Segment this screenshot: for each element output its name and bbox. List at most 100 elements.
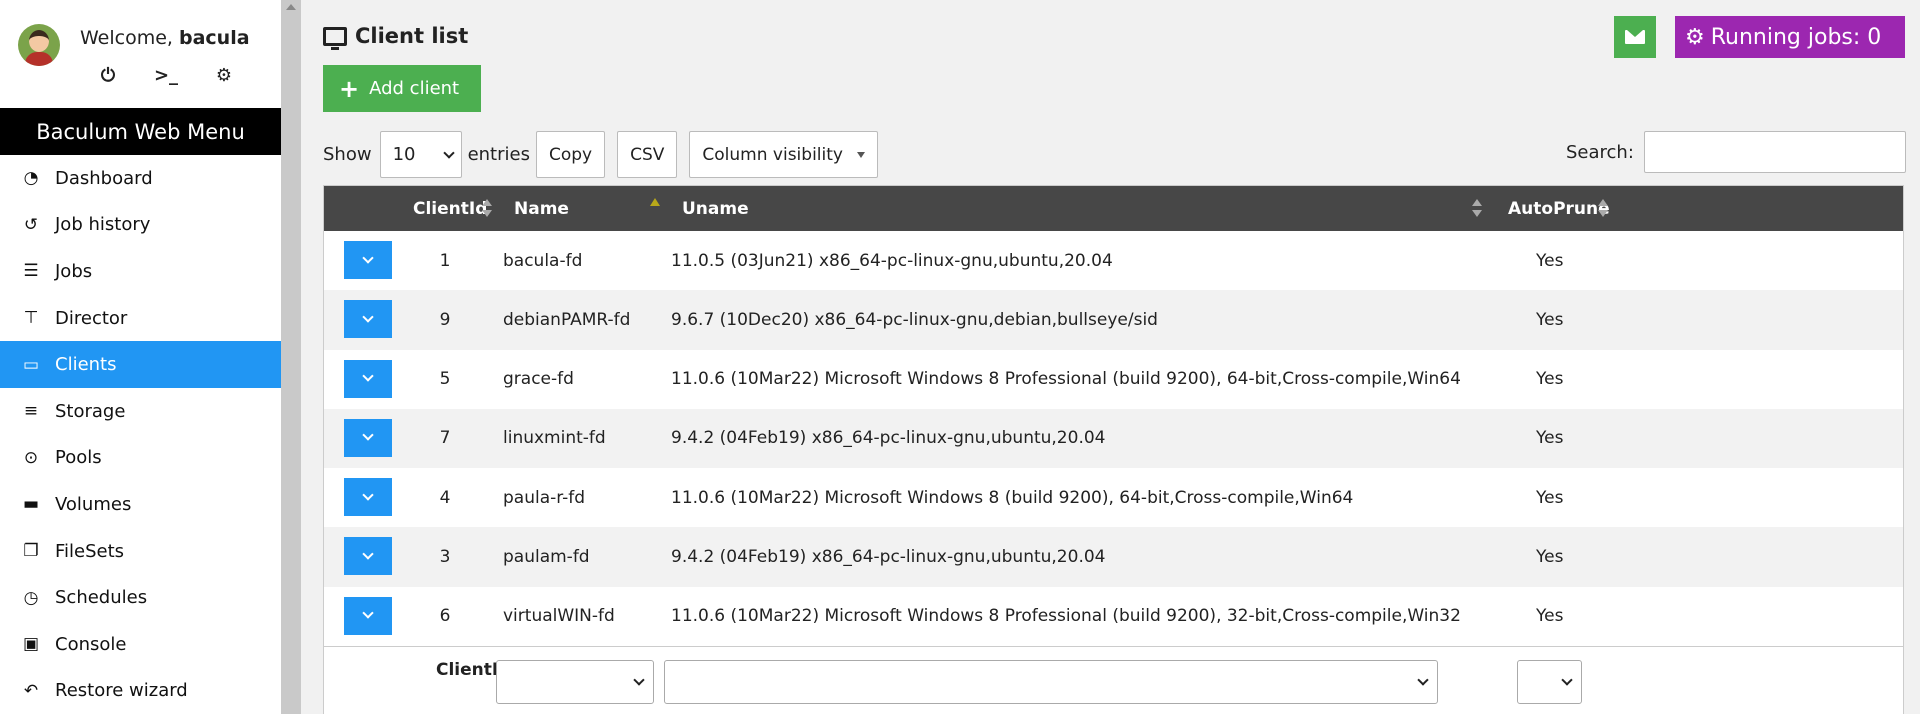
desktop-icon <box>323 26 347 50</box>
history-icon: ↺ <box>23 214 39 235</box>
name-filter-select[interactable] <box>496 660 654 705</box>
cell-uname: 11.0.6 (10Mar22) Microsoft Windows 8 Pro… <box>671 606 1461 627</box>
column-header-uname[interactable]: Uname <box>682 186 749 231</box>
chevron-down-icon <box>362 251 374 264</box>
table-row: 3 paulam-fd 9.4.2 (04Feb19) x86_64-pc-linu… <box>324 527 1903 587</box>
expand-row-button[interactable] <box>344 478 392 517</box>
cell-autoprune: Yes <box>1536 309 1564 330</box>
sidebar-item-label: Storage <box>55 400 126 422</box>
terminal-icon[interactable]: >_ <box>154 64 178 86</box>
sidebar-item-jobs[interactable]: ☰ Jobs <box>0 248 281 295</box>
laptop-code-icon: ▣ <box>22 634 40 655</box>
sitemap-icon: ⊤ <box>23 308 39 329</box>
gear-icon[interactable]: ⚙ <box>212 64 236 86</box>
sidebar-item-storage[interactable]: ≡ Storage <box>0 388 281 435</box>
expand-row-button[interactable] <box>344 418 392 457</box>
sidebar-item-label: Director <box>55 307 128 329</box>
expand-row-button[interactable] <box>344 241 392 279</box>
cell-autoprune: Yes <box>1536 250 1564 271</box>
table-row: 9 debianPAMR-fd 9.6.7 (10Dec20) x86_64-pc-… <box>324 290 1903 350</box>
chevron-down-icon <box>362 311 374 323</box>
show-label: Show <box>323 144 372 165</box>
uname-filter-select[interactable] <box>664 660 1438 705</box>
sidebar-item-pools[interactable]: ⊙ Pools <box>0 435 281 482</box>
add-client-label: Add client <box>369 78 460 99</box>
table-footer-filters: ClientId <box>324 646 1903 714</box>
add-client-button[interactable]: + Add client <box>323 65 481 112</box>
csv-button[interactable]: CSV <box>617 131 678 178</box>
sidebar-item-clients[interactable]: ▭ Clients <box>0 341 281 388</box>
expand-row-button[interactable] <box>344 300 392 339</box>
search-input[interactable] <box>1643 131 1906 173</box>
cell-clientid: 6 <box>439 606 451 627</box>
database-icon: ≡ <box>23 401 39 422</box>
table-row: 4 paula-r-fd 11.0.6 (10Mar22) Microsoft Wi… <box>324 468 1903 528</box>
column-header-autoprune[interactable]: AutoPrune <box>1508 186 1610 231</box>
autoprune-filter-select[interactable] <box>1517 660 1582 705</box>
sidebar-item-label: Volumes <box>55 493 132 515</box>
undo-icon: ↶ <box>23 680 39 701</box>
table-row: 7 linuxmint-fd 9.4.2 (04Feb19) x86_64-pc-l… <box>324 408 1903 469</box>
entries-label: entries <box>467 144 530 165</box>
sidebar-item-label: Dashboard <box>55 167 153 189</box>
entries-value: 10 <box>392 144 416 165</box>
sidebar-item-filesets[interactable]: ❐ FileSets <box>0 528 281 575</box>
sidebar-item-job-history[interactable]: ↺ Job history <box>0 202 281 249</box>
table-row: 6 virtualWIN-fd 11.0.6 (10Mar22) Microsoft… <box>324 586 1903 647</box>
table-body: 1 bacula-fd 11.0.5 (03Jun21) x86_64-pc-lin… <box>324 231 1903 647</box>
sidebar-item-schedules[interactable]: ◷ Schedules <box>0 574 281 621</box>
chevron-down-icon <box>1417 674 1429 686</box>
caret-down-icon <box>856 151 865 158</box>
cell-uname: 9.4.2 (04Feb19) x86_64-pc-linux-gnu,ubun… <box>671 428 1106 449</box>
search-label: Search: <box>1566 141 1634 163</box>
sidebar-item-director[interactable]: ⊤ Director <box>0 295 281 342</box>
entries-select[interactable]: 10 <box>379 131 462 178</box>
sidebar-item-dashboard[interactable]: ◔ Dashboard <box>0 155 281 202</box>
sort-icon <box>1472 199 1482 219</box>
sidebar-item-restore-wizard[interactable]: ↶ Restore wizard <box>0 668 281 714</box>
sidebar-scrollbar[interactable] <box>281 0 301 714</box>
copy-button[interactable]: Copy <box>535 131 606 178</box>
cell-uname: 9.6.7 (10Dec20) x86_64-pc-linux-gnu,debi… <box>671 309 1158 330</box>
sort-icon <box>1598 199 1608 219</box>
sidebar-item-label: Schedules <box>55 587 148 609</box>
cell-autoprune: Yes <box>1536 487 1564 508</box>
table-controls: Show 10 entries Copy CSV Column visibili… <box>323 131 878 178</box>
column-label-autoprune: AutoPrune <box>1508 198 1610 219</box>
sidebar-item-label: Console <box>55 633 127 655</box>
cell-autoprune: Yes <box>1536 606 1564 627</box>
expand-row-button[interactable] <box>344 596 392 635</box>
sidebar-item-volumes[interactable]: ▬ Volumes <box>0 481 281 528</box>
tape-icon: ⊙ <box>23 447 39 468</box>
sidebar-item-console[interactable]: ▣ Console <box>0 621 281 668</box>
chevron-down-icon <box>1561 674 1573 686</box>
power-icon[interactable]: ⏻ <box>96 64 120 86</box>
running-jobs-button[interactable]: ⚙ Running jobs: 0 <box>1675 16 1905 58</box>
cogs-icon: ⚙ <box>1685 24 1705 50</box>
column-visibility-button[interactable]: Column visibility <box>689 131 878 178</box>
chevron-down-icon <box>442 146 455 159</box>
sidebar-item-label: FileSets <box>55 540 125 562</box>
cell-autoprune: Yes <box>1536 546 1564 567</box>
chevron-down-icon <box>633 674 645 686</box>
sort-ascending-icon <box>650 198 660 206</box>
user-box: Welcome, bacula ⏻ >_ ⚙ <box>0 0 281 108</box>
column-header-clientid[interactable]: ClientId <box>413 186 487 231</box>
cell-uname: 11.0.6 (10Mar22) Microsoft Windows 8 Pro… <box>671 369 1461 390</box>
sidebar-menu: ◔ Dashboard ↺ Job history ☰ Jobs ⊤ Director ▭ Cli… <box>0 155 281 714</box>
sidebar-item-label: Job history <box>55 214 151 236</box>
expand-row-button[interactable] <box>344 359 392 398</box>
cell-name: paula-r-fd <box>503 487 586 508</box>
chevron-down-icon <box>362 548 374 560</box>
expand-row-button[interactable] <box>344 537 392 576</box>
chevron-down-icon <box>362 429 374 442</box>
running-jobs-label: Running jobs: 0 <box>1710 24 1882 50</box>
desktop-icon: ▭ <box>22 354 40 375</box>
avatar <box>18 24 60 66</box>
messages-button[interactable] <box>1614 16 1656 58</box>
table-row: 1 bacula-fd 11.0.5 (03Jun21) x86_64-pc-lin… <box>324 231 1903 291</box>
username: bacula <box>179 27 250 49</box>
cell-autoprune: Yes <box>1536 369 1564 390</box>
page-title-text: Client list <box>355 24 469 48</box>
column-header-name[interactable]: Name <box>514 186 569 231</box>
